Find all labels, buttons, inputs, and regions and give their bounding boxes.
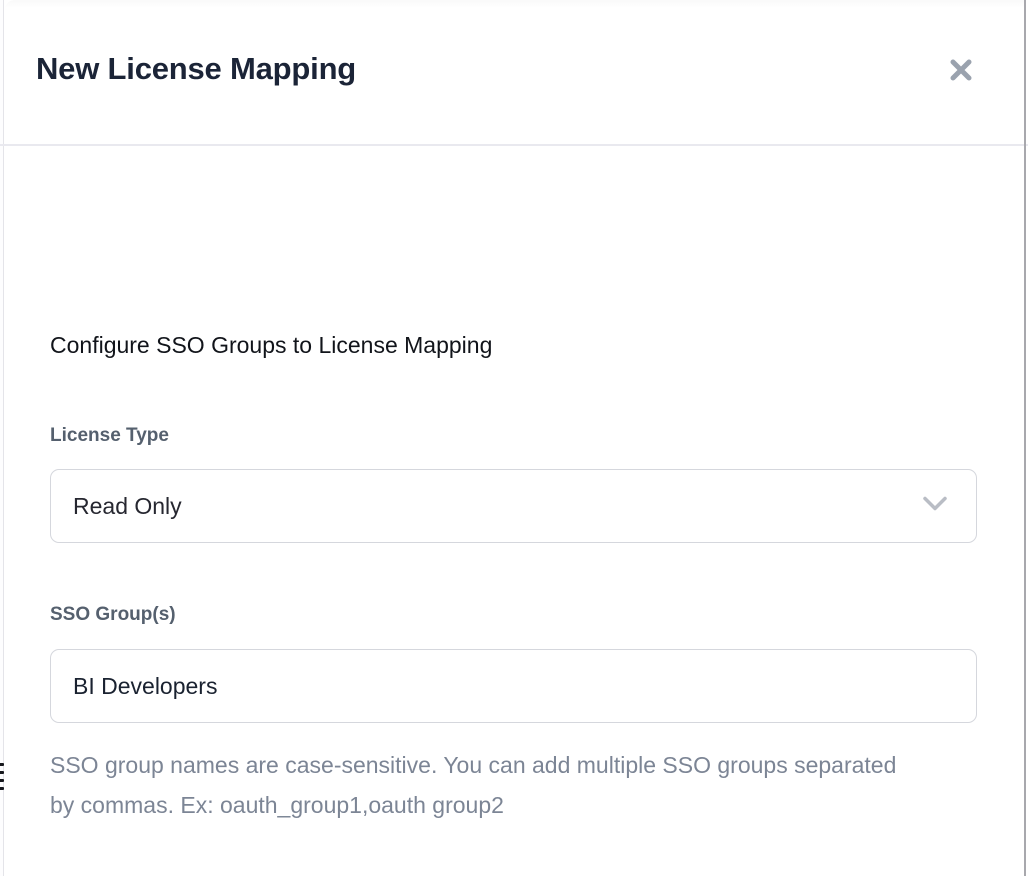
chevron-down-icon [922, 496, 948, 517]
menu-dash [0, 779, 4, 782]
license-type-value: Read Only [73, 493, 182, 520]
new-license-mapping-dialog: New License Mapping Configure SSO Groups… [5, 0, 1024, 876]
screen-root: { "modal": { "title": "New License Mappi… [0, 0, 1028, 876]
sso-groups-help: SSO group names are case-sensitive. You … [50, 745, 910, 825]
window-right-border [1024, 0, 1026, 876]
menu-icon-fragment [0, 763, 4, 791]
menu-dash [0, 771, 4, 774]
sso-groups-input[interactable] [50, 649, 977, 723]
header-divider [0, 144, 1028, 146]
close-button[interactable] [943, 52, 979, 88]
close-icon [948, 57, 974, 83]
menu-dash [0, 787, 4, 790]
dialog-header: New License Mapping [5, 0, 1024, 144]
sso-groups-label: SSO Group(s) [50, 603, 176, 626]
menu-dash [0, 763, 4, 766]
dialog-subtitle: Configure SSO Groups to License Mapping [50, 331, 492, 359]
license-type-label: License Type [50, 424, 169, 447]
dialog-title: New License Mapping [36, 51, 356, 87]
page-edge-underlay [0, 0, 4, 876]
license-type-select[interactable]: Read Only [50, 469, 977, 543]
